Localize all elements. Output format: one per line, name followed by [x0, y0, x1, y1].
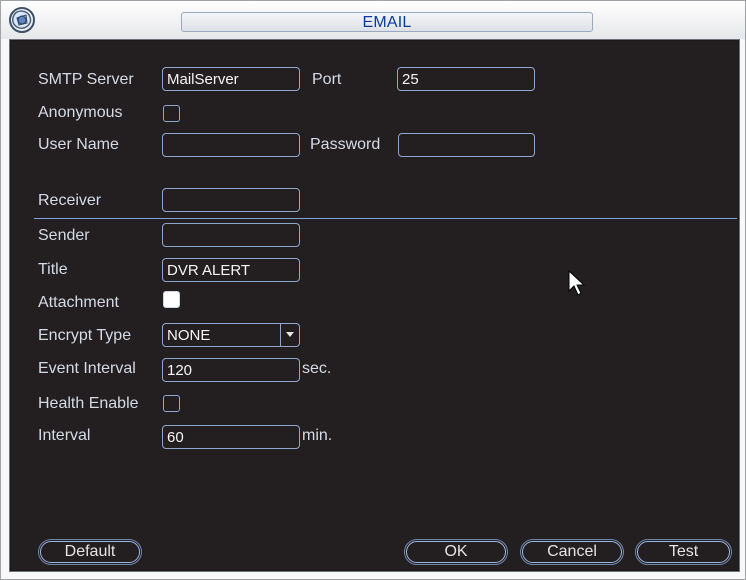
encrypt-type-label: Encrypt Type: [38, 327, 132, 344]
user-name-label: User Name: [38, 136, 119, 153]
password-field[interactable]: [398, 133, 535, 157]
port-field[interactable]: 25: [397, 67, 535, 91]
health-enable-checkbox[interactable]: [163, 395, 180, 412]
window-title: EMAIL: [362, 14, 412, 31]
receiver-label: Receiver: [38, 192, 102, 209]
cancel-button[interactable]: Cancel: [520, 539, 624, 565]
user-name-field[interactable]: [162, 133, 300, 157]
smtp-server-label: SMTP Server: [38, 71, 134, 88]
email-form-panel: SMTP Server MailServer Port 25 Anonymous…: [9, 39, 740, 572]
attachment-label: Attachment: [38, 294, 119, 311]
encrypt-type-select[interactable]: NONE: [162, 323, 300, 347]
smtp-server-field[interactable]: MailServer: [162, 67, 300, 91]
sender-field[interactable]: [162, 223, 300, 247]
encrypt-type-value: NONE: [167, 327, 211, 344]
mouse-pointer-icon: [568, 270, 586, 296]
test-button[interactable]: Test: [635, 539, 732, 565]
interval-field[interactable]: 60: [162, 425, 300, 449]
port-label: Port: [312, 71, 342, 88]
sender-label: Sender: [38, 227, 90, 244]
default-button[interactable]: Default: [38, 539, 142, 565]
event-interval-unit: sec.: [302, 360, 332, 377]
receiver-field[interactable]: [162, 188, 300, 212]
window-title-bar: EMAIL: [181, 12, 593, 32]
title-field[interactable]: DVR ALERT: [162, 258, 300, 282]
interval-label: Interval: [38, 427, 91, 444]
chevron-down-icon[interactable]: [280, 324, 299, 346]
health-enable-label: Health Enable: [38, 395, 139, 412]
title-label: Title: [38, 261, 68, 278]
password-label: Password: [310, 136, 381, 153]
titlebar: EMAIL: [1, 1, 745, 39]
ok-button[interactable]: OK: [404, 539, 508, 565]
email-settings-window: EMAIL SMTP Server MailServer Port 25 Ano…: [0, 0, 746, 580]
settings-icon: [9, 7, 35, 33]
interval-unit: min.: [302, 427, 333, 444]
anonymous-label: Anonymous: [38, 104, 123, 121]
attachment-checkbox[interactable]: [163, 291, 180, 308]
anonymous-checkbox[interactable]: [163, 105, 180, 122]
event-interval-field[interactable]: 120: [162, 358, 300, 382]
section-divider: [34, 218, 737, 219]
event-interval-label: Event Interval: [38, 360, 136, 377]
